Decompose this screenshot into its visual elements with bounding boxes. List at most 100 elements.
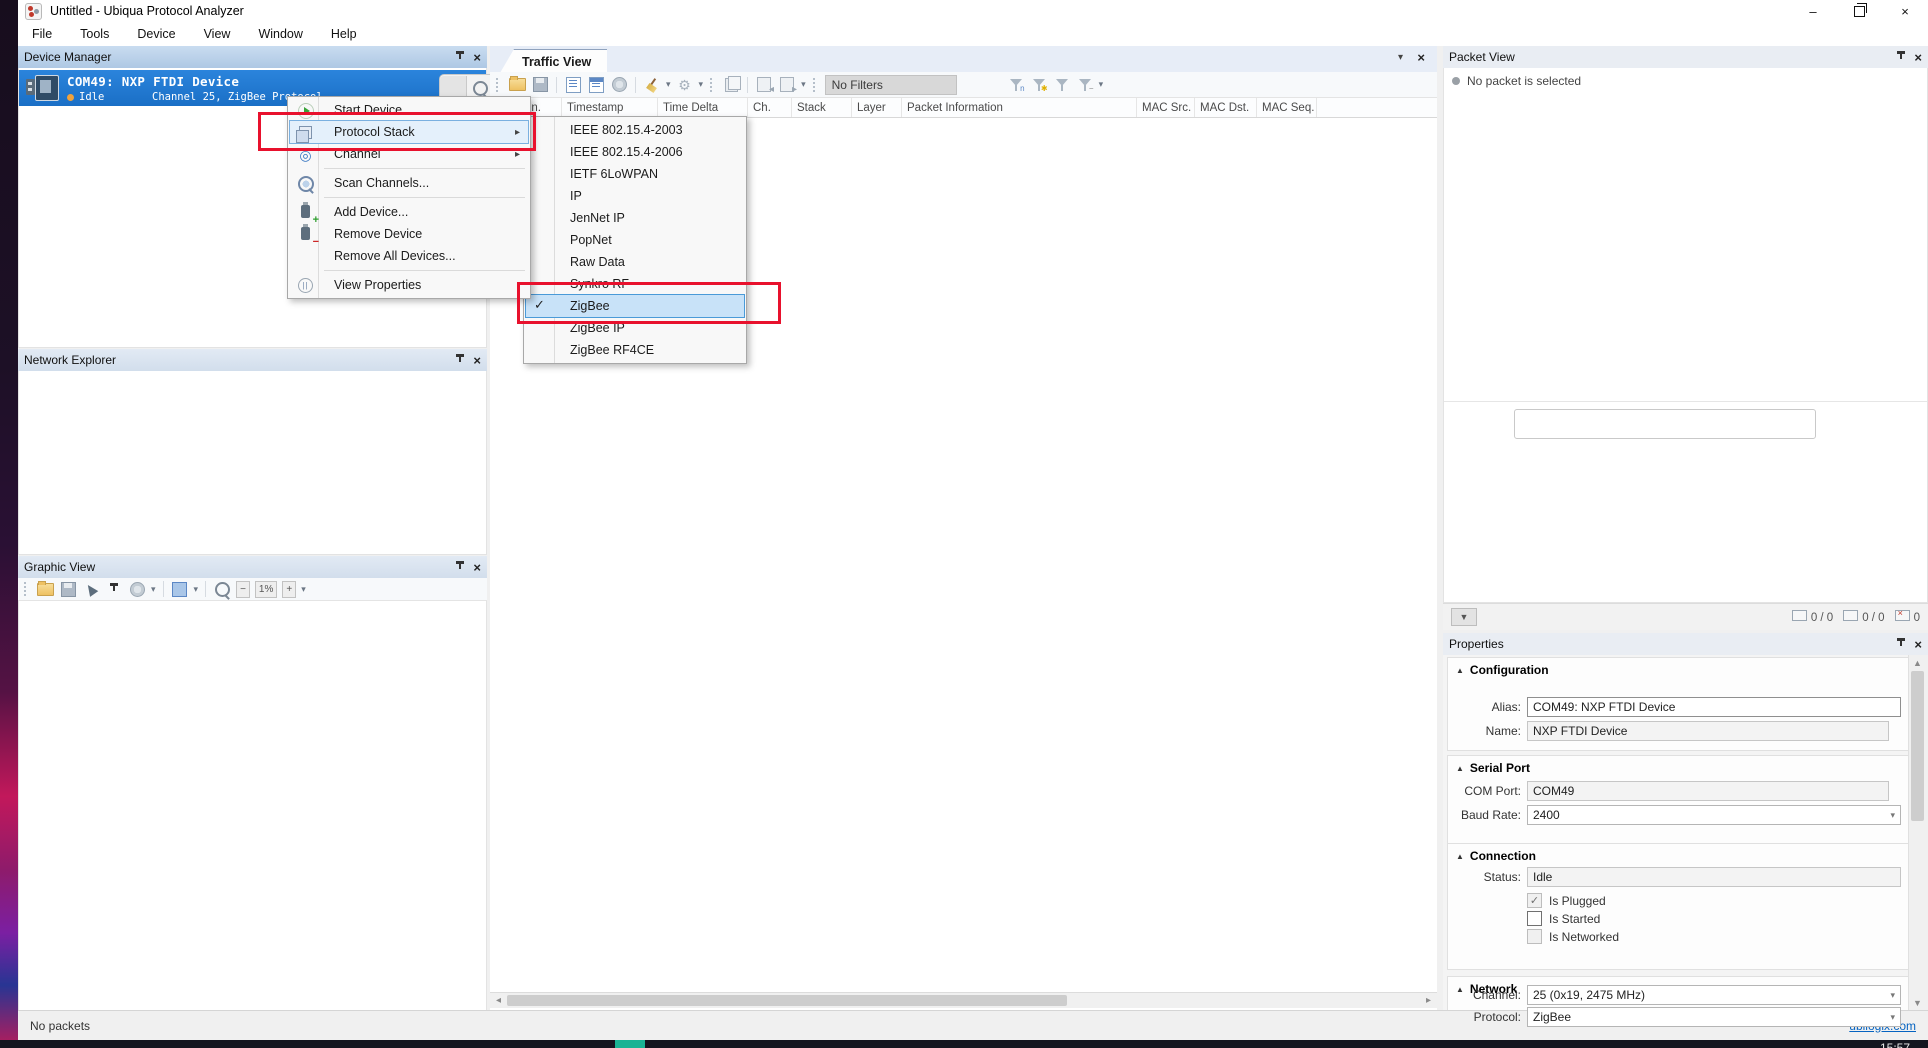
protocol-select[interactable]: ZigBee ▾	[1527, 1007, 1901, 1027]
menu-item-start-device[interactable]: Start Device	[290, 99, 528, 121]
close-button[interactable]: ×	[1882, 0, 1928, 22]
menu-tools[interactable]: Tools	[66, 22, 123, 46]
submenu-item-ieee-802154-2006[interactable]: IEEE 802.15.4-2006	[526, 141, 744, 163]
checkbox-is-started[interactable]: Is Started	[1527, 911, 1600, 926]
pin-icon[interactable]	[1896, 638, 1906, 650]
cursor-tool-icon[interactable]	[82, 580, 100, 598]
submenu-item-ietf-6lowpan[interactable]: IETF 6LoWPAN	[526, 163, 744, 185]
scroll-down-icon[interactable]: ▼	[1909, 995, 1926, 1010]
open-layout-icon[interactable]	[36, 580, 54, 598]
close-icon[interactable]: ×	[473, 561, 481, 574]
clear-options-dropdown-icon[interactable]: ▾	[666, 79, 671, 90]
submenu-item-synkro-rf[interactable]: Synkro RF	[526, 273, 744, 295]
menu-item-protocol-stack[interactable]: Protocol Stack ▸	[290, 121, 528, 143]
windows-taskbar-sliver[interactable]: 15:57	[0, 1040, 1928, 1048]
device-manager-header[interactable]: Device Manager ×	[18, 46, 487, 68]
settings-gear-icon[interactable]: ⚙	[676, 76, 694, 94]
submenu-item-ip[interactable]: IP	[526, 185, 744, 207]
submenu-item-popnet[interactable]: PopNet	[526, 229, 744, 251]
checkbox-icon[interactable]	[1527, 911, 1542, 926]
network-view-icon[interactable]	[610, 76, 628, 94]
tab-list-dropdown-icon[interactable]: ▾	[1398, 52, 1403, 63]
menu-help[interactable]: Help	[317, 22, 371, 46]
copy-packets-icon[interactable]	[722, 76, 740, 94]
save-layout-icon[interactable]	[59, 580, 77, 598]
zoom-out-button[interactable]: −	[236, 581, 250, 598]
scroll-left-icon[interactable]: ◂	[490, 993, 507, 1008]
submenu-item-zigbee-ip[interactable]: ZigBee IP	[526, 317, 744, 339]
horizontal-scrollbar[interactable]: ◂ ▸	[490, 992, 1437, 1008]
scrollbar-thumb[interactable]	[1911, 671, 1924, 821]
column-ch[interactable]: Ch.	[748, 98, 792, 117]
serial-port-section-header[interactable]: ▲ Serial Port	[1448, 756, 1909, 777]
toolbar-grip[interactable]	[813, 78, 818, 92]
graphic-view-header[interactable]: Graphic View ×	[18, 556, 487, 578]
submenu-item-jennet-ip[interactable]: JenNet IP	[526, 207, 744, 229]
tab-close-icon[interactable]: ×	[1417, 51, 1425, 64]
minimize-button[interactable]: –	[1790, 0, 1836, 22]
network-explorer-header[interactable]: Network Explorer ×	[18, 349, 487, 371]
packet-log-icon[interactable]	[587, 76, 605, 94]
menu-file[interactable]: File	[18, 22, 66, 46]
pin-icon[interactable]	[455, 561, 465, 573]
properties-header[interactable]: Properties ×	[1443, 633, 1928, 655]
background-color-icon[interactable]	[171, 580, 189, 598]
connection-section-header[interactable]: ▲ Connection	[1448, 844, 1909, 865]
close-icon[interactable]: ×	[1914, 51, 1922, 64]
submenu-item-raw-data[interactable]: Raw Data	[526, 251, 744, 273]
channel-select[interactable]: 25 (0x19, 2475 MHz) ▾	[1527, 985, 1901, 1005]
device-log-icon[interactable]	[564, 76, 582, 94]
column-time-delta[interactable]: Time Delta	[658, 98, 748, 117]
toolbar-overflow-icon[interactable]: ▾	[699, 79, 704, 90]
submenu-item-zigbee-rf4ce[interactable]: ZigBee RF4CE	[526, 339, 744, 361]
scroll-up-icon[interactable]: ▲	[1909, 655, 1926, 670]
menu-view[interactable]: View	[190, 22, 245, 46]
menu-item-channel[interactable]: ◎ Channel ▸	[290, 143, 528, 165]
pan-tool-icon[interactable]	[105, 580, 123, 598]
menu-device[interactable]: Device	[123, 22, 189, 46]
dropdown-arrow-icon[interactable]: ▾	[151, 584, 156, 595]
menu-item-view-properties[interactable]: || View Properties	[290, 274, 528, 296]
baud-rate-select[interactable]: 2400 ▾	[1527, 805, 1901, 825]
column-packet-information[interactable]: Packet Information	[902, 98, 1137, 117]
pin-icon[interactable]	[455, 354, 465, 366]
menu-item-remove-device[interactable]: − Remove Device	[290, 223, 528, 245]
toolbar-overflow-icon[interactable]: ▾	[801, 79, 806, 90]
toolbar-overflow-icon[interactable]: ▾	[1099, 79, 1104, 90]
menu-item-add-device[interactable]: + Add Device...	[290, 201, 528, 223]
link-tool-icon[interactable]	[128, 580, 146, 598]
column-mac-dst[interactable]: MAC Dst.	[1195, 98, 1257, 117]
column-mac-seq[interactable]: MAC Seq.	[1257, 98, 1317, 117]
column-mac-src[interactable]: MAC Src.	[1137, 98, 1195, 117]
close-icon[interactable]: ×	[473, 51, 481, 64]
column-layer[interactable]: Layer	[852, 98, 902, 117]
decode-options-button[interactable]: ▼	[1451, 608, 1477, 626]
dropdown-arrow-icon[interactable]: ▾	[194, 584, 199, 595]
zoom-tool-icon[interactable]	[213, 580, 231, 598]
toolbar-grip[interactable]	[24, 582, 29, 596]
toolbar-overflow-icon[interactable]: ▾	[301, 584, 306, 595]
alias-input[interactable]: COM49: NXP FTDI Device	[1527, 697, 1901, 717]
zoom-in-button[interactable]: +	[282, 581, 296, 598]
column-timestamp[interactable]: Timestamp	[562, 98, 658, 117]
open-capture-icon[interactable]	[508, 76, 526, 94]
filter-edit-icon[interactable]	[1053, 76, 1071, 94]
toolbar-grip[interactable]	[496, 78, 501, 92]
close-icon[interactable]: ×	[473, 354, 481, 367]
filter-input[interactable]: No Filters	[825, 75, 957, 95]
configuration-section-header[interactable]: ▲ Configuration	[1448, 658, 1909, 679]
toolbar-grip[interactable]	[710, 78, 715, 92]
vertical-scrollbar[interactable]: ▲ ▼	[1908, 655, 1927, 1010]
prev-bookmark-icon[interactable]: ◂	[755, 76, 773, 94]
menu-item-remove-all-devices[interactable]: Remove All Devices...	[290, 245, 528, 267]
filter-remove-icon[interactable]: −	[1076, 76, 1094, 94]
clear-traffic-icon[interactable]	[643, 76, 661, 94]
menu-item-scan-channels[interactable]: Scan Channels...	[290, 172, 528, 194]
save-capture-icon[interactable]	[531, 76, 549, 94]
menu-window[interactable]: Window	[244, 22, 316, 46]
scrollbar-thumb[interactable]	[507, 995, 1067, 1006]
scroll-right-icon[interactable]: ▸	[1420, 993, 1437, 1008]
pin-icon[interactable]	[1896, 51, 1906, 63]
submenu-item-ieee-802154-2003[interactable]: IEEE 802.15.4-2003	[526, 119, 744, 141]
filter-new-icon[interactable]: n	[1007, 76, 1025, 94]
